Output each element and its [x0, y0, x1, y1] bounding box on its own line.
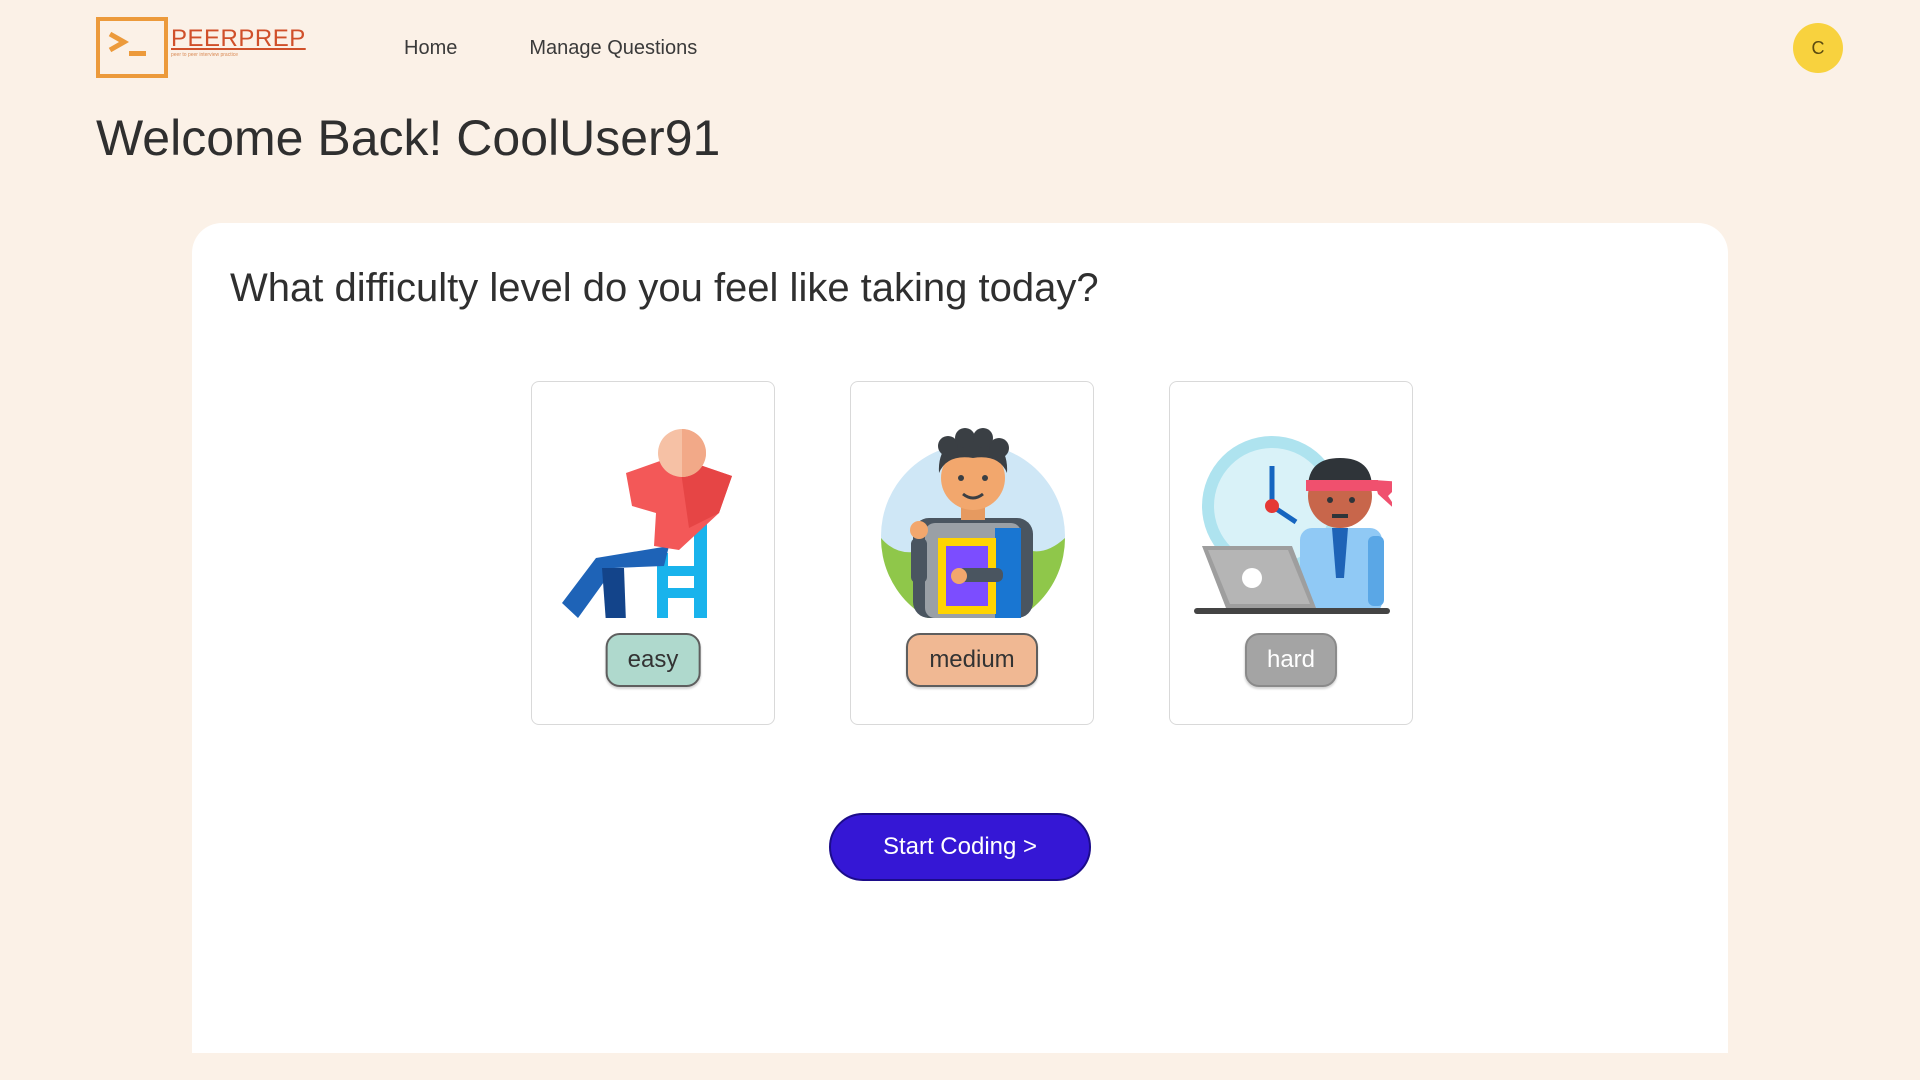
nav-item-manage-questions[interactable]: Manage Questions [529, 36, 697, 60]
difficulty-card-medium[interactable]: medium [850, 381, 1094, 725]
difficulty-chip-hard[interactable]: hard [1244, 633, 1338, 687]
difficulty-chip-medium[interactable]: medium [906, 633, 1038, 687]
difficulty-panel: What difficulty level do you feel like t… [192, 223, 1728, 1053]
terminal-icon [96, 17, 168, 78]
difficulty-chip-easy[interactable]: easy [605, 633, 701, 687]
navbar: PEERPREP peer to peer interview practice… [0, 0, 1920, 96]
relaxing-person-icon [562, 429, 732, 618]
page-title: Welcome Back! CoolUser91 [96, 110, 721, 166]
nav-links: Home Manage Questions [404, 36, 697, 60]
logo[interactable]: PEERPREP peer to peer interview practice [96, 17, 306, 78]
logo-tagline: peer to peer interview practice [171, 52, 238, 58]
difficulty-card-easy[interactable]: easy [531, 381, 775, 725]
avatar[interactable]: C [1793, 23, 1843, 73]
logo-text-group: PEERPREP peer to peer interview practice [171, 25, 306, 59]
difficulty-card-hard[interactable]: hard [1169, 381, 1413, 725]
difficulty-question: What difficulty level do you feel like t… [230, 266, 1099, 310]
start-coding-button[interactable]: Start Coding > [829, 813, 1091, 881]
stressed-worker-clock-icon [1194, 436, 1392, 614]
student-with-book-icon [881, 428, 1065, 618]
difficulty-cards: easy medium hard [531, 381, 1413, 725]
logo-wordmark: PEERPREP [171, 25, 306, 52]
nav-item-home[interactable]: Home [404, 36, 457, 60]
